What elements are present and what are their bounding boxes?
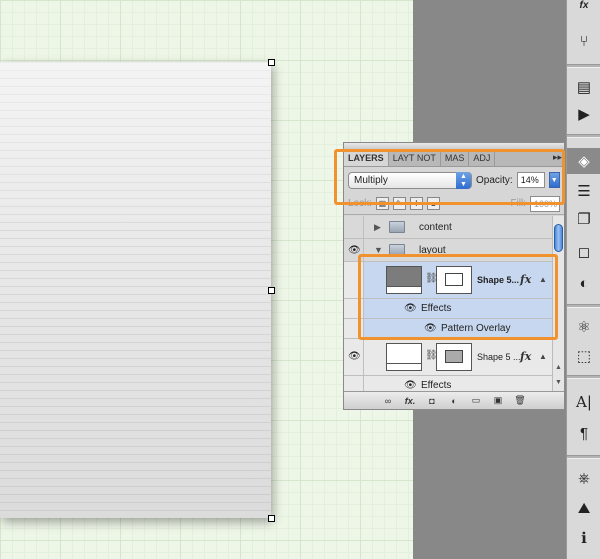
panel-menu-icon[interactable]: ▸▸ (553, 152, 562, 163)
layer-row-shape-selected[interactable]: ⛓ Shape 5... fx ▲ (344, 262, 554, 299)
adjust-icon[interactable]: ◐ (567, 270, 600, 296)
blend-mode-value: Multiply (354, 174, 388, 186)
play-icon[interactable]: ▶ (567, 101, 600, 127)
pattern-overlay-label: Pattern Overlay (441, 323, 511, 334)
new-layer-icon[interactable]: ▣ (491, 395, 505, 406)
copy-icon[interactable]: ❐ (567, 206, 600, 232)
visibility-toggle[interactable]: 👁︎ (344, 339, 364, 375)
layers-icon[interactable]: ◈ (567, 148, 600, 174)
vector-mask-thumbnail[interactable] (436, 266, 472, 294)
blend-row: Multiply ▲ ▼ Opacity: 14% ▼ (344, 167, 564, 193)
lock-row: Lock: ▦ ✎ ✛ 🔒︎ Fill: 100% (344, 193, 564, 215)
fx-icon[interactable]: fx (520, 350, 531, 363)
lock-position-icon[interactable]: ✛ (409, 197, 423, 210)
layers-scrollbar[interactable]: ▲ ▼ (552, 216, 564, 393)
fx-icon[interactable]: fx (520, 273, 531, 286)
layer-name: content (419, 222, 452, 233)
scroll-up-icon[interactable]: ▲ (555, 364, 562, 371)
dock-separator (567, 455, 600, 459)
visibility-toggle (344, 319, 364, 338)
paragraph-icon[interactable]: ¶ (567, 420, 600, 446)
visibility-toggle (344, 299, 364, 318)
new-group-icon[interactable]: ▭ (469, 395, 483, 406)
vector-mask-thumbnail[interactable] (436, 343, 472, 371)
fill-input[interactable]: 100% (530, 195, 560, 212)
dock-separator (567, 375, 600, 379)
transform-handle-bottom-right[interactable] (268, 515, 275, 522)
fill-label: Fill: (510, 198, 526, 209)
transform-icon[interactable]: ⬚ (567, 343, 600, 369)
collapse-effects-icon[interactable]: ▲ (539, 352, 547, 361)
layers-panel: LAYERS LAYT NOT MAS ADJ ▸▸ Multiply ▲ ▼ O… (343, 142, 565, 410)
blend-mode-select[interactable]: Multiply ▲ ▼ (348, 171, 472, 189)
dock-separator (567, 304, 600, 308)
tab-masks[interactable]: MAS (441, 151, 470, 166)
pattern-overlay-row[interactable]: 👁︎ Pattern Overlay (344, 319, 554, 339)
character-icon[interactable]: A| (567, 389, 600, 415)
collapse-triangle-icon[interactable]: ▼ (374, 245, 383, 255)
tab-adjustments[interactable]: ADJ (469, 151, 496, 166)
layer-thumbnail (386, 266, 422, 294)
eye-icon[interactable]: 👁︎ (404, 381, 417, 391)
list-icon[interactable]: ☰ (567, 178, 600, 204)
right-dock-toolbar: fx ⑂ ▤ ▶ ◈ ☰ ❐ ◻ ◐ ⚛ ⬚ A| ¶ ⎈ ⛰ ℹ (566, 0, 600, 559)
visibility-toggle[interactable] (344, 262, 364, 298)
folder-icon (389, 244, 405, 256)
panel-titlebar[interactable] (344, 143, 564, 151)
navigator-icon[interactable]: ⎈ (567, 465, 600, 491)
eye-icon: 👁︎ (348, 245, 361, 256)
lock-all-icon[interactable]: 🔒︎ (426, 197, 440, 210)
visibility-toggle[interactable] (344, 216, 364, 238)
opacity-dropdown-button[interactable]: ▼ (548, 172, 560, 188)
visibility-toggle[interactable]: 👁︎ (344, 239, 364, 261)
info-icon[interactable]: ℹ (567, 525, 600, 551)
scrollbar-thumb[interactable] (554, 224, 563, 252)
layer-row-layout[interactable]: 👁︎ ▼ layout (344, 239, 554, 262)
adjustment-layer-icon[interactable]: ◐ (447, 396, 461, 406)
layer-name: layout (419, 245, 446, 256)
dock-separator (567, 134, 600, 138)
transform-handle-middle-right[interactable] (268, 287, 275, 294)
layers-bottom-bar: ∞ fx. ◘ ◐ ▭ ▣ 🗑 (344, 391, 564, 409)
expand-triangle-icon[interactable]: ▶ (374, 222, 381, 233)
eye-icon[interactable]: 👁︎ (424, 324, 437, 334)
transform-handle-top-right[interactable] (268, 59, 275, 66)
effects-label: Effects (421, 380, 452, 391)
actions-icon[interactable]: ▤ (567, 74, 600, 100)
tab-layer-comps[interactable]: LAYT NOT (389, 151, 441, 166)
dock-separator (567, 64, 600, 68)
link-layers-icon[interactable]: ∞ (381, 396, 395, 406)
histogram-icon[interactable]: ⛰ (567, 495, 600, 521)
opacity-input[interactable]: 14% (516, 172, 545, 188)
layer-thumbnail (386, 343, 422, 371)
tab-layers[interactable]: LAYERS (344, 151, 389, 166)
layer-row-content[interactable]: ▶ content (344, 216, 554, 239)
usb-icon[interactable]: ⑂ (567, 28, 600, 54)
collapse-effects-icon[interactable]: ▲ (539, 275, 547, 284)
fx-icon[interactable]: fx (567, 0, 600, 18)
effects-row[interactable]: 👁︎ Effects (344, 299, 554, 319)
delete-layer-icon[interactable]: 🗑 (513, 395, 527, 406)
layer-name: Shape 5 ... (477, 352, 521, 362)
layers-list: ▶ content 👁︎ ▼ layout ⛓ Shape 5... fx ▲ … (344, 216, 554, 393)
layer-row-shape[interactable]: 👁︎ ⛓ Shape 5 ... fx ▲ (344, 339, 554, 376)
add-style-icon[interactable]: fx. (403, 396, 417, 406)
eye-icon[interactable]: 👁︎ (404, 304, 417, 314)
effects-label: Effects (421, 303, 452, 314)
mask-icon[interactable]: ◻ (567, 239, 600, 265)
add-mask-icon[interactable]: ◘ (425, 396, 439, 406)
folder-icon (389, 221, 405, 233)
scroll-down-icon[interactable]: ▼ (555, 379, 562, 386)
layer-name: Shape 5... (477, 275, 520, 285)
lock-label: Lock: (348, 198, 372, 209)
chevron-updown-icon: ▲ ▼ (456, 171, 471, 189)
styles-icon[interactable]: ⚛ (567, 314, 600, 340)
eye-icon: 👁︎ (348, 351, 361, 362)
lock-pixels-icon[interactable]: ✎ (392, 197, 406, 210)
lock-transparent-icon[interactable]: ▦ (375, 197, 389, 210)
document-page[interactable] (0, 62, 271, 518)
panel-tabs: LAYERS LAYT NOT MAS ADJ ▸▸ (344, 151, 564, 167)
opacity-label: Opacity: (476, 174, 513, 186)
